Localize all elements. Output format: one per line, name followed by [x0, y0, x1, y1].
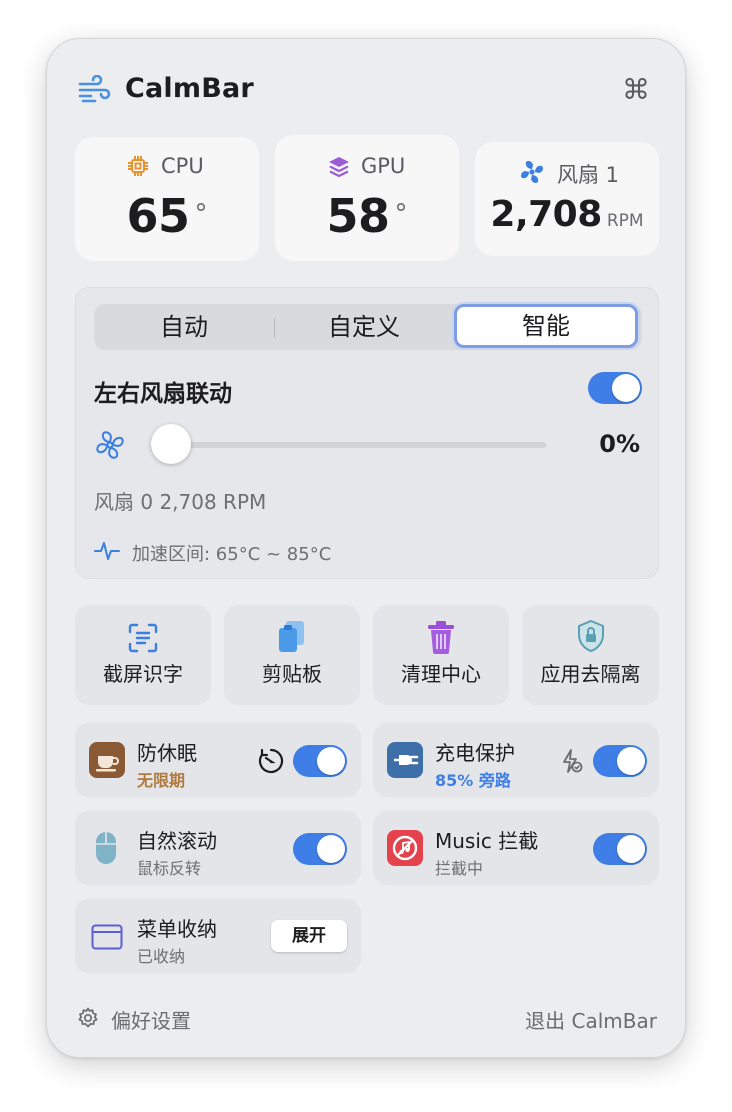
timer-icon [257, 747, 285, 775]
mode-custom[interactable]: 自定义 [274, 304, 454, 350]
cpu-value-row: 65 ° [75, 189, 259, 243]
trash-icon [426, 619, 456, 655]
mode-smart-label: 智能 [522, 312, 570, 340]
command-icon[interactable]: ⌘ [621, 75, 651, 105]
text-scan-icon [128, 623, 158, 653]
plug-icon [387, 742, 423, 778]
fan-outline-icon [94, 429, 126, 461]
shield-lock-icon [576, 619, 606, 653]
fan-label: 风扇 1 [557, 163, 620, 187]
bolt-check-icon [561, 749, 583, 773]
fan-rpm-unit: RPM [606, 211, 644, 231]
calmbar-panel: CalmBar ⌘ CPU 65 ° GPU 58 ° 风扇 1 2,708 R… [46, 38, 686, 1058]
tool-unquarantine-label: 应用去隔离 [540, 662, 641, 686]
mode-smart[interactable]: 智能 [454, 304, 638, 348]
prevent-sleep-sub: 无限期 [137, 771, 186, 790]
music-blocked-icon [387, 830, 423, 866]
coffee-icon [89, 742, 125, 778]
mode-segmented-control: 自动 自定义 智能 [94, 304, 642, 350]
menu-storage-sub: 已收纳 [137, 947, 186, 966]
cpu-label: CPU [161, 154, 204, 178]
music-block-sub: 拦截中 [435, 859, 484, 878]
app-title: CalmBar [125, 73, 254, 104]
natural-scroll-title: 自然滚动 [137, 829, 217, 853]
tool-clean-center[interactable]: 清理中心 [373, 605, 509, 705]
preferences-label: 偏好设置 [111, 1009, 191, 1033]
cpu-card: CPU 65 ° [75, 137, 259, 261]
gpu-value-row: 58 ° [275, 189, 459, 243]
tool-clean-center-label: 清理中心 [401, 662, 481, 686]
tool-unquarantine[interactable]: 应用去隔离 [522, 605, 659, 705]
cpu-value: 65 [126, 189, 190, 243]
pulse-icon [94, 540, 120, 562]
fan-rpm-value: 2,708 [490, 194, 602, 235]
gpu-unit: ° [394, 199, 408, 229]
charge-protect-card: 充电保护 85% 旁路 [373, 723, 659, 797]
clipboard-icon [276, 619, 308, 655]
natural-scroll-sub: 鼠标反转 [137, 859, 202, 878]
menu-storage-title: 菜单收纳 [137, 917, 217, 941]
prevent-sleep-toggle[interactable] [293, 745, 347, 777]
gpu-value: 58 [326, 189, 390, 243]
tool-clipboard-label: 剪贴板 [262, 662, 322, 686]
music-block-title: Music 拦截 [435, 829, 539, 853]
fan-control-panel: 自动 自定义 智能 左右风扇联动 0% 风扇 0 2,708 RPM 加速区间:… [75, 287, 659, 579]
fan-speed-slider-knob[interactable] [151, 424, 191, 464]
charge-protect-sub: 85% 旁路 [435, 771, 511, 790]
tool-text-scan[interactable]: 截屏识字 [75, 605, 211, 705]
fan-card: 风扇 1 2,708 RPM [475, 142, 659, 256]
fan-link-label: 左右风扇联动 [94, 381, 232, 407]
charge-protect-title: 充电保护 [435, 741, 515, 765]
chip-icon [127, 155, 149, 177]
fan-value-row: 2,708 RPM [475, 194, 659, 235]
cpu-unit: ° [194, 199, 208, 229]
gpu-card: GPU 58 ° [275, 135, 459, 261]
gpu-label: GPU [361, 154, 406, 178]
prevent-sleep-title: 防休眠 [137, 741, 197, 765]
gear-icon [77, 1007, 99, 1029]
fan-icon [519, 159, 545, 185]
mode-auto[interactable]: 自动 [94, 304, 274, 350]
window-icon [91, 924, 123, 950]
fan-link-toggle[interactable] [588, 372, 642, 404]
quit-button[interactable]: 退出 CalmBar [525, 1005, 657, 1034]
mouse-icon [95, 831, 117, 865]
fan-speed-percent: 0% [599, 430, 640, 458]
layers-icon [327, 155, 351, 179]
music-block-card: Music 拦截 拦截中 [373, 811, 659, 885]
music-block-toggle[interactable] [593, 833, 647, 865]
natural-scroll-card: 自然滚动 鼠标反转 [75, 811, 361, 885]
tool-text-scan-label: 截屏识字 [103, 662, 183, 686]
fan-info-text: 风扇 0 2,708 RPM [94, 490, 267, 514]
boost-range-text: 加速区间: 65°C ~ 85°C [132, 544, 332, 565]
expand-button[interactable]: 展开 [271, 920, 347, 952]
natural-scroll-toggle[interactable] [293, 833, 347, 865]
wind-icon [77, 75, 111, 105]
fan-speed-slider-track[interactable] [154, 442, 546, 448]
tool-clipboard[interactable]: 剪贴板 [224, 605, 360, 705]
menu-storage-card: 菜单收纳 已收纳 展开 [75, 899, 361, 973]
charge-protect-toggle[interactable] [593, 745, 647, 777]
prevent-sleep-card: 防休眠 无限期 [75, 723, 361, 797]
